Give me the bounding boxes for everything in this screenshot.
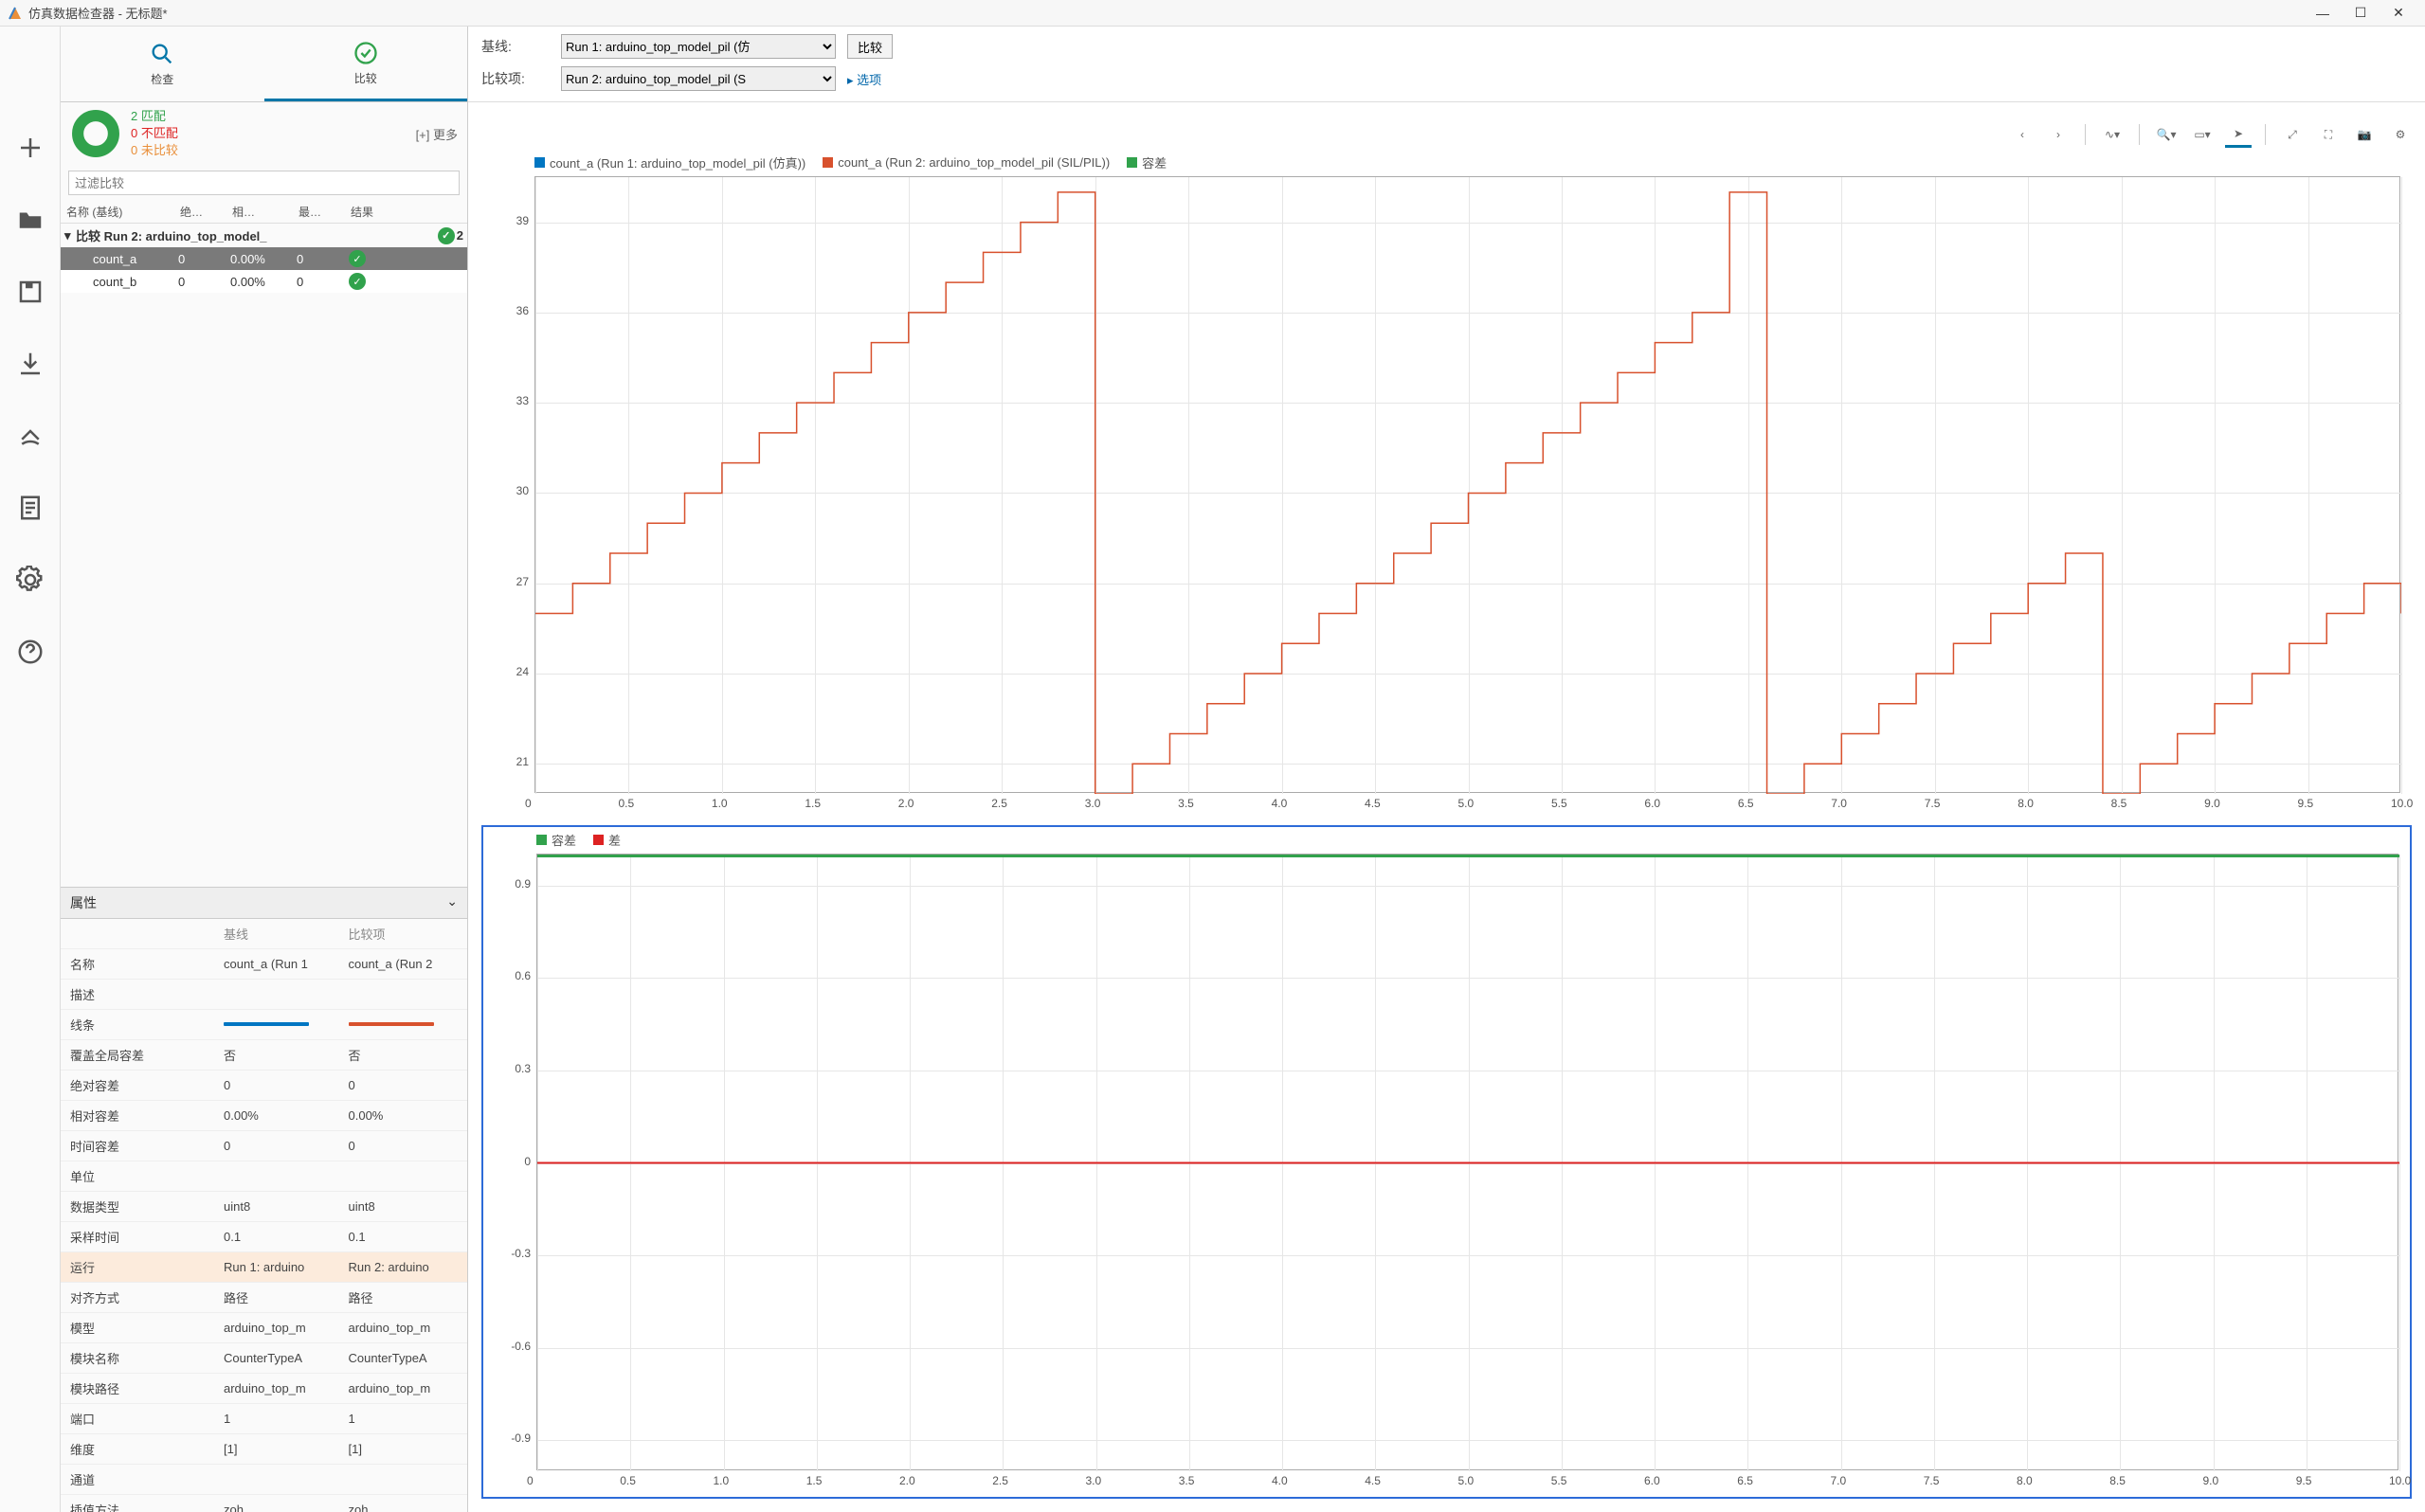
prop-row: 单位 bbox=[61, 1161, 467, 1192]
save-icon[interactable] bbox=[13, 275, 47, 309]
filter-box bbox=[68, 171, 460, 195]
summary-row: 2 匹配 0 不匹配 0 未比较 [+] 更多 bbox=[61, 102, 467, 165]
prop-row: 描述 bbox=[61, 980, 467, 1010]
prop-row: 模块名称CounterTypeACounterTypeA bbox=[61, 1343, 467, 1374]
props-col-header: 基线 比较项 bbox=[61, 919, 467, 949]
tree-signal-row[interactable]: count_b00.00%0✓ bbox=[61, 270, 467, 293]
props-title: 属性 bbox=[70, 893, 97, 912]
check-icon bbox=[353, 40, 379, 66]
app-logo-icon bbox=[8, 6, 23, 21]
prop-row: 相对容差0.00%0.00% bbox=[61, 1101, 467, 1131]
chevron-down-icon: ⌄ bbox=[446, 893, 458, 912]
prop-row: 线条 bbox=[61, 1010, 467, 1040]
tree-body: ▾比较 Run 2: arduino_top_model_✓2count_a00… bbox=[61, 224, 467, 293]
import-icon[interactable] bbox=[13, 347, 47, 381]
chart-diff[interactable]: 容差差00.51.01.52.02.53.03.54.04.55.05.56.0… bbox=[481, 825, 2412, 1499]
tab-compare[interactable]: 比较 bbox=[264, 27, 468, 101]
main-area: 检查 比较 2 匹配 0 不匹配 0 未比较 [+] 更多 名称 (基线) 绝…… bbox=[0, 27, 2425, 1512]
prop-row: 模型arduino_top_marduino_top_m bbox=[61, 1313, 467, 1343]
tab-compare-label: 比较 bbox=[354, 70, 377, 86]
compare-controls: 基线: Run 1: arduino_top_model_pil (仿 比较 比… bbox=[468, 27, 2425, 102]
mode-tabs: 检查 比较 bbox=[61, 27, 467, 102]
help-icon[interactable] bbox=[13, 635, 47, 669]
prop-row: 端口11 bbox=[61, 1404, 467, 1434]
tab-inspect[interactable]: 检查 bbox=[61, 27, 264, 101]
add-icon[interactable] bbox=[13, 131, 47, 165]
col-name[interactable]: 名称 (基线) bbox=[64, 204, 178, 220]
prop-row: 插值方法zohzoh bbox=[61, 1495, 467, 1512]
titlebar: 仿真数据检查器 - 无标题* — ☐ ✕ bbox=[0, 0, 2425, 27]
props-header[interactable]: 属性 ⌄ bbox=[61, 887, 467, 919]
compareto-label: 比较项: bbox=[481, 69, 550, 88]
prop-row: 时间容差00 bbox=[61, 1131, 467, 1161]
search-icon bbox=[149, 41, 175, 67]
left-panel: 检查 比较 2 匹配 0 不匹配 0 未比较 [+] 更多 名称 (基线) 绝…… bbox=[61, 27, 468, 1512]
compareto-select[interactable]: Run 2: arduino_top_model_pil (S bbox=[561, 66, 836, 91]
settings-icon[interactable] bbox=[13, 563, 47, 597]
col-abs[interactable]: 绝… bbox=[178, 204, 230, 220]
tab-inspect-label: 检查 bbox=[151, 71, 173, 87]
report-icon[interactable] bbox=[13, 491, 47, 525]
prop-row: 维度[1][1] bbox=[61, 1434, 467, 1465]
charts-area: count_a (Run 1: arduino_top_model_pil (仿… bbox=[468, 102, 2425, 1512]
prop-row: 绝对容差00 bbox=[61, 1071, 467, 1101]
prop-row: 模块路径arduino_top_marduino_top_m bbox=[61, 1374, 467, 1404]
vertical-toolbar bbox=[0, 27, 61, 1512]
tree-group-row[interactable]: ▾比较 Run 2: arduino_top_model_✓2 bbox=[61, 224, 467, 247]
maximize-button[interactable]: ☐ bbox=[2342, 2, 2380, 25]
col-max[interactable]: 最… bbox=[297, 204, 349, 220]
prop-row: 名称count_a (Run 1count_a (Run 2 bbox=[61, 949, 467, 980]
prop-row: 对齐方式路径路径 bbox=[61, 1283, 467, 1313]
prop-row: 覆盖全局容差否否 bbox=[61, 1040, 467, 1071]
prop-row: 通道 bbox=[61, 1465, 467, 1495]
col-res[interactable]: 结果 bbox=[349, 204, 396, 220]
summary-text: 2 匹配 0 不匹配 0 未比较 bbox=[131, 108, 178, 159]
baseline-label: 基线: bbox=[481, 37, 550, 56]
right-panel: 基线: Run 1: arduino_top_model_pil (仿 比较 比… bbox=[468, 27, 2425, 1512]
chart-signals[interactable]: count_a (Run 1: arduino_top_model_pil (仿… bbox=[481, 150, 2412, 819]
options-link[interactable]: ▸ 选项 bbox=[847, 70, 881, 88]
col-rel[interactable]: 相… bbox=[230, 204, 297, 220]
compare-button[interactable]: 比较 bbox=[847, 34, 893, 59]
baseline-select[interactable]: Run 1: arduino_top_model_pil (仿 bbox=[561, 34, 836, 59]
tree-signal-row[interactable]: count_a00.00%0✓ bbox=[61, 247, 467, 270]
close-button[interactable]: ✕ bbox=[2380, 2, 2417, 25]
prop-row: 采样时间0.10.1 bbox=[61, 1222, 467, 1252]
props-table: 基线 比较项 名称count_a (Run 1count_a (Run 2描述线… bbox=[61, 919, 467, 1512]
export-icon[interactable] bbox=[13, 419, 47, 453]
prop-row: 数据类型uint8uint8 bbox=[61, 1192, 467, 1222]
filter-input[interactable] bbox=[68, 171, 460, 195]
minimize-button[interactable]: — bbox=[2304, 2, 2342, 25]
donut-chart-icon bbox=[70, 108, 121, 159]
folder-icon[interactable] bbox=[13, 203, 47, 237]
more-link[interactable]: [+] 更多 bbox=[416, 125, 458, 143]
prop-row: 运行Run 1: arduinoRun 2: arduino bbox=[61, 1252, 467, 1283]
window-title: 仿真数据检查器 - 无标题* bbox=[28, 4, 2304, 22]
tree-grid-header: 名称 (基线) 绝… 相… 最… 结果 bbox=[61, 201, 467, 224]
